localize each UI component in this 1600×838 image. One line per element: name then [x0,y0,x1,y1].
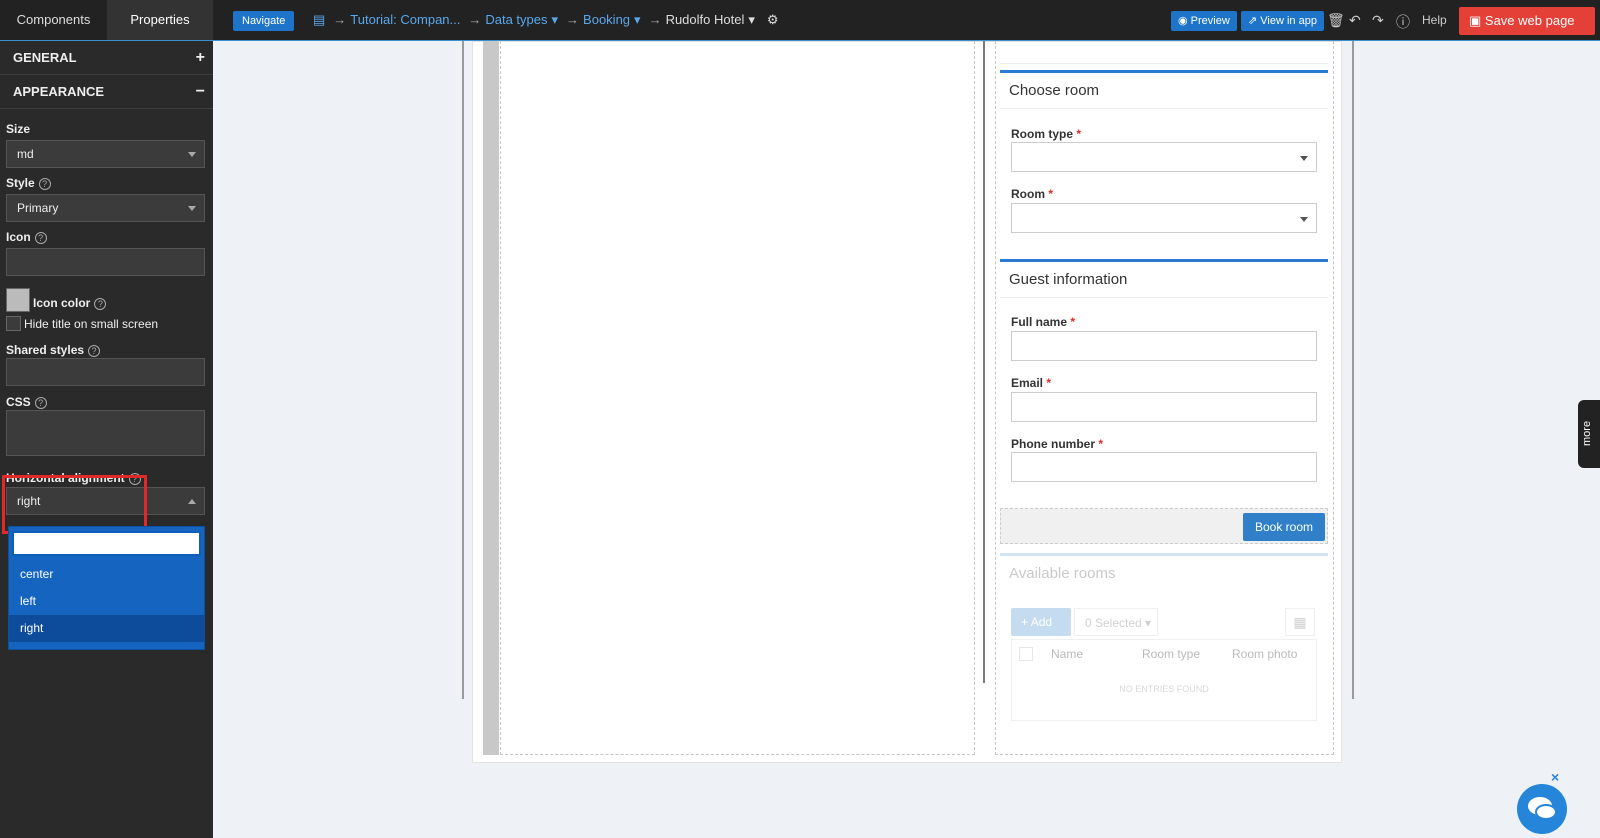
alignment-dropdown: center left right [8,526,205,650]
column-header[interactable]: Name [1051,647,1083,661]
redo-icon[interactable]: ↷ [1372,12,1384,29]
chevron-down-icon [188,152,196,157]
email-label: Email * [1011,376,1052,390]
size-label: Size [6,122,31,136]
chevron-down-icon[interactable]: ▾ [634,12,641,27]
help-link[interactable]: Help [1422,0,1447,40]
plus-icon: + [1021,615,1031,629]
panel-border [1000,70,1328,73]
chat-button[interactable] [1517,784,1567,834]
divider [462,41,464,699]
help-icon[interactable]: ? [94,298,107,310]
preview-button[interactable]: ◉ Preview [1171,11,1237,31]
page-icon: ▤ [313,12,326,27]
left-column[interactable] [500,41,975,755]
email-input[interactable] [1011,392,1317,422]
book-room-button[interactable]: Book room [1243,513,1325,541]
chevron-up-icon [188,499,196,504]
gear-icon[interactable]: ⚙ [767,12,779,27]
minus-icon: − [195,83,205,100]
grid-view-icon[interactable]: ▦ [1285,608,1315,636]
divider [1000,297,1328,298]
save-web-page-button[interactable]: ▣ Save web page [1459,7,1595,35]
style-label: Style? [6,176,51,190]
chat-icon [1528,797,1557,820]
save-icon: ▣ [1469,13,1485,28]
option-right[interactable]: right [9,615,204,642]
room-select[interactable] [1011,203,1317,233]
plus-icon: + [195,49,205,66]
dropdown-search-input[interactable] [12,531,201,556]
column-header[interactable]: Room photo [1232,647,1297,661]
divider [1000,108,1328,109]
hide-title-checkbox[interactable] [6,316,21,331]
icon-label: Icon? [6,230,47,244]
breadcrumb-data-types[interactable]: Data types [485,12,547,27]
external-link-icon: ⇗ [1248,15,1261,27]
phone-input[interactable] [1011,452,1317,482]
section-general[interactable]: GENERAL + [0,41,213,75]
help-icon[interactable]: ⓘ [1396,12,1410,32]
tab-properties[interactable]: Properties [107,0,213,40]
help-icon[interactable]: ? [88,345,101,357]
breadcrumb: ▤ → Tutorial: Compan... → Data types ▾ → Bookin… [313,12,779,27]
add-button[interactable]: + Add [1011,608,1071,636]
properties-panel: GENERAL + APPEARANCE − Size md Style? Prim… [0,41,213,838]
chevron-down-icon[interactable]: ▾ [748,12,755,27]
available-rooms-title: Available rooms [1009,565,1116,582]
option-left[interactable]: left [9,588,204,615]
room-type-select[interactable] [1011,142,1317,172]
style-select[interactable]: Primary [6,194,205,222]
guest-information-title: Guest information [1009,271,1128,288]
icon-color-label: Icon color? [33,296,107,310]
section-appearance[interactable]: APPEARANCE − [0,75,213,109]
top-bar: Components Properties Navigate ▤ → Tutoria… [0,0,1600,41]
undo-icon[interactable]: ↶ [1349,12,1361,29]
trash-icon[interactable]: 🗑 [1327,12,1345,29]
eye-icon: ◉ [1178,15,1191,27]
breadcrumb-booking[interactable]: Booking [583,12,630,27]
full-name-input[interactable] [1011,331,1317,361]
chevron-down-icon [1300,217,1308,222]
empty-state: NO ENTRIES FOUND [1119,684,1209,694]
shared-styles-label: Shared styles? [6,343,101,357]
phone-label: Phone number * [1011,437,1104,451]
close-icon[interactable]: × [1551,769,1559,785]
divider [983,41,985,683]
divider [1352,41,1354,699]
panel-border [1000,553,1328,556]
help-icon[interactable]: ? [34,397,47,409]
room-type-label: Room type * [1011,127,1082,141]
column-handle[interactable] [483,41,499,755]
chevron-down-icon [188,206,196,211]
option-center[interactable]: center [9,561,204,588]
full-name-label: Full name * [1011,315,1076,329]
column-header[interactable]: Room type [1142,647,1200,661]
shared-styles-input[interactable] [6,358,205,386]
breadcrumb-current[interactable]: Rudolfo Hotel [666,12,745,27]
panel-border [1000,259,1328,262]
choose-room-title: Choose room [1009,82,1100,99]
icon-color-swatch[interactable] [6,288,30,312]
icon-input[interactable] [6,248,205,276]
chevron-down-icon [1300,156,1308,161]
css-textarea[interactable] [6,410,205,456]
chevron-down-icon[interactable]: ▾ [552,12,559,27]
divider [1000,63,1328,64]
navigate-button[interactable]: Navigate [233,11,295,31]
select-all-checkbox[interactable] [1019,647,1033,661]
room-label: Room * [1011,187,1054,201]
view-in-app-button[interactable]: ⇗ View in app [1241,11,1324,31]
selected-dropdown[interactable]: 0 Selected ▾ [1074,608,1158,636]
help-icon[interactable]: ? [38,178,51,190]
help-icon[interactable]: ? [34,232,47,244]
size-select[interactable]: md [6,140,205,168]
more-tab[interactable]: more [1578,400,1600,468]
css-label: CSS? [6,395,47,409]
tab-components[interactable]: Components [0,0,107,40]
hide-title-label: Hide title on small screen [24,317,159,331]
breadcrumb-app[interactable]: Tutorial: Compan... [350,12,460,27]
